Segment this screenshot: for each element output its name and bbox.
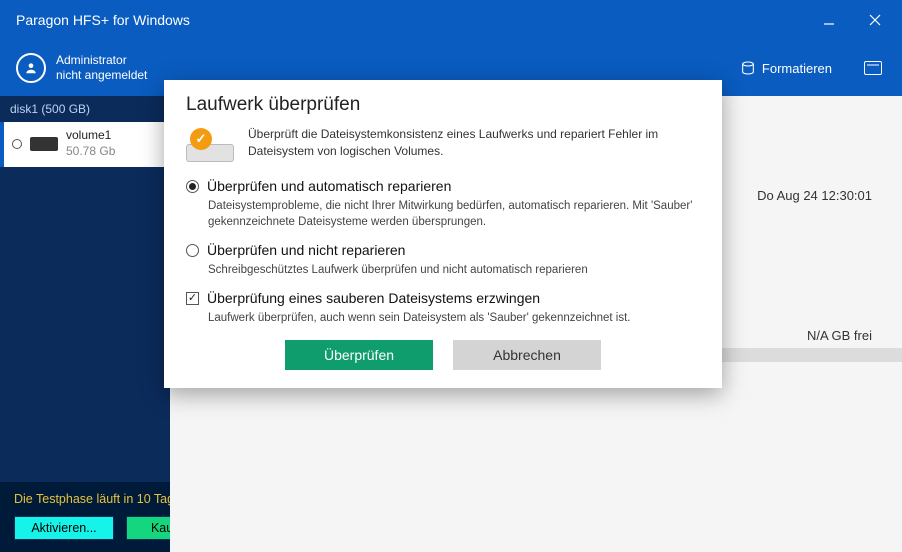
disk-label: disk1 (500 GB) <box>0 98 170 122</box>
user-icon <box>16 53 46 83</box>
check-drive-dialog: Laufwerk überprüfen Überprüft die Dateis… <box>164 80 722 388</box>
option-check-no-repair[interactable]: Überprüfen und nicht reparieren Schreibg… <box>186 242 700 278</box>
check-button[interactable]: Überprüfen <box>285 340 433 370</box>
toolbar-format[interactable]: Formatieren <box>728 60 844 76</box>
dialog-title: Laufwerk überprüfen <box>186 94 700 116</box>
titlebar: Paragon HFS+ for Windows <box>0 0 902 40</box>
volume-size: 50.78 Gb <box>66 144 115 160</box>
option-check-and-repair[interactable]: Überprüfen und automatisch reparieren Da… <box>186 178 700 230</box>
close-button[interactable] <box>852 0 898 40</box>
drive-check-icon <box>186 128 234 162</box>
user-block[interactable]: Administrator nicht angemeldet <box>10 53 160 83</box>
free-space-label: N/A GB frei <box>807 328 872 343</box>
checkbox-icon <box>186 292 199 305</box>
radio-icon <box>186 180 199 193</box>
volume-radio <box>12 139 22 149</box>
volume-thumb-icon <box>30 137 58 151</box>
option-force-clean-check[interactable]: Überprüfung eines sauberen Dateisystems … <box>186 290 700 326</box>
user-status: nicht angemeldet <box>56 68 147 83</box>
activate-button[interactable]: Aktivieren... <box>14 516 114 540</box>
volume-name: volume1 <box>66 128 115 144</box>
minimize-button[interactable] <box>806 0 852 40</box>
format-icon <box>740 60 756 76</box>
datetime-label: Do Aug 24 12:30:01 <box>757 188 872 203</box>
dialog-lead: Überprüft die Dateisystemkonsistenz eine… <box>248 126 700 160</box>
cancel-button[interactable]: Abbrechen <box>453 340 601 370</box>
volume-item[interactable]: volume1 50.78 Gb <box>0 122 170 167</box>
radio-icon <box>186 244 199 257</box>
user-name: Administrator <box>56 53 147 68</box>
drive-icon[interactable] <box>864 61 882 75</box>
window-title: Paragon HFS+ for Windows <box>16 12 806 28</box>
